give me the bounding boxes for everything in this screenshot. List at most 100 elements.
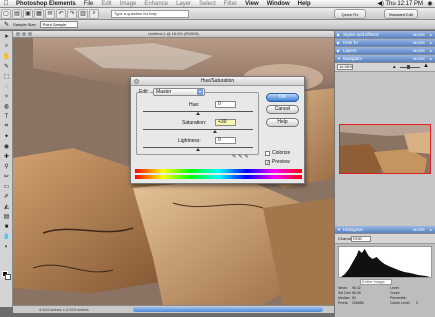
close-icon[interactable]: ▸ <box>430 226 432 233</box>
menu-edit[interactable]: Edit <box>97 1 115 7</box>
photo-browser-icon[interactable]: ▥ <box>78 8 88 19</box>
type-tool-icon[interactable]: T <box>1 112 12 121</box>
histogram-source-select[interactable]: Entire Image <box>360 279 392 285</box>
shape-tool-icon[interactable]: ■ <box>1 222 12 231</box>
zoom-window-icon[interactable] <box>28 32 32 36</box>
menu-select[interactable]: Select <box>195 1 220 7</box>
spotlight-icon[interactable]: ◉ <box>425 0 435 7</box>
navigator-view[interactable] <box>335 72 435 226</box>
cancel-button[interactable]: Cancel <box>266 105 299 114</box>
menu-file[interactable]: File <box>80 1 98 7</box>
close-icon[interactable]: ▸ <box>430 31 432 38</box>
move-tool-icon[interactable]: ➤ <box>1 32 12 41</box>
hand-tool-icon[interactable]: ✋ <box>1 52 12 61</box>
zoom-tool-icon[interactable]: ⌕ <box>1 42 12 51</box>
menu-help[interactable]: Help <box>294 1 315 7</box>
background-color-swatch[interactable] <box>5 274 11 280</box>
eyedropper-icon[interactable]: ✎ <box>1 62 12 71</box>
navigator-zoom-slider[interactable] <box>400 67 420 68</box>
navigator-zoom-field[interactable]: 16.56% <box>337 64 353 70</box>
ok-button[interactable]: OK <box>266 93 299 102</box>
document-titlebar[interactable]: Untitled-1 @ 16.5% (RGB/8) <box>13 31 334 38</box>
zoom-in-icon[interactable]: ▲ <box>423 63 429 69</box>
menu-window[interactable]: Window <box>263 1 294 7</box>
saturation-slider-thumb[interactable] <box>213 130 217 133</box>
panel-layers[interactable]: ▶ Layers MORE ▸ <box>335 47 435 55</box>
marquee-tool-icon[interactable]: ⬚ <box>1 72 12 81</box>
saturation-field[interactable]: +30 <box>215 119 236 126</box>
panel-more-button[interactable]: MORE <box>413 55 425 62</box>
dialog-titlebar[interactable]: Hue/Saturation <box>131 77 304 86</box>
email-icon[interactable]: ✉ <box>45 8 55 19</box>
eyedropper-minus-icon[interactable]: ✎ <box>244 154 248 160</box>
selection-brush-icon[interactable]: ◍ <box>1 102 12 111</box>
saturation-slider[interactable] <box>143 129 253 130</box>
panel-more-button[interactable]: MORE <box>413 39 425 46</box>
panel-more-button[interactable]: MORE <box>413 226 425 233</box>
help-button[interactable]: Help <box>266 118 299 127</box>
navigator-view-frame[interactable] <box>339 124 431 174</box>
panel-navigator[interactable]: ▼ Navigator MORE ▸ <box>335 55 435 63</box>
blur-tool-icon[interactable]: 💧 <box>1 232 12 241</box>
sponge-tool-icon[interactable]: ◐ <box>1 242 12 251</box>
horizontal-scrollbar[interactable] <box>133 307 323 312</box>
lightness-field[interactable]: 0 <box>215 137 236 144</box>
menu-filter[interactable]: Filter <box>220 1 241 7</box>
search-icon[interactable]: ⌕ <box>89 8 99 19</box>
dialog-close-icon[interactable] <box>134 79 139 84</box>
pencil-icon[interactable]: ✏ <box>1 172 12 181</box>
menu-view[interactable]: View <box>241 1 263 7</box>
eyedropper-icon[interactable]: ✎ <box>232 154 236 160</box>
cookie-cutter-icon[interactable]: ✦ <box>1 132 12 141</box>
save-icon[interactable]: ▣ <box>23 8 33 19</box>
open-file-icon[interactable]: ▤ <box>12 8 22 19</box>
redo-icon[interactable]: ↷ <box>67 8 77 19</box>
edit-select[interactable]: Master ▾ <box>153 88 205 96</box>
eyedropper-plus-icon[interactable]: ✎ <box>238 154 242 160</box>
menu-enhance[interactable]: Enhance <box>140 1 172 7</box>
brush-icon[interactable]: ✐ <box>1 192 12 201</box>
sample-size-select[interactable]: Point Sample <box>39 21 78 28</box>
undo-icon[interactable]: ↶ <box>56 8 66 19</box>
preview-checkbox[interactable]: ✓ Preview <box>265 159 290 165</box>
standard-edit-button[interactable]: Standard Edit <box>384 9 418 19</box>
speaker-icon[interactable]: ◀) <box>377 0 385 7</box>
preview-checkbox-box[interactable]: ✓ <box>265 159 270 165</box>
colorize-checkbox[interactable]: Colorize <box>265 150 290 156</box>
menu-image[interactable]: Image <box>116 1 141 7</box>
close-icon[interactable]: ▸ <box>430 55 432 62</box>
help-search-input[interactable]: Type a question for help <box>111 9 189 18</box>
crop-tool-icon[interactable]: ⌗ <box>1 122 12 131</box>
panel-styles-effects[interactable]: ▶ Styles and Effects MORE ▸ <box>335 31 435 39</box>
paint-bucket-icon[interactable]: ◭ <box>1 202 12 211</box>
panel-how-to[interactable]: ▶ How To MORE ▸ <box>335 39 435 47</box>
menu-clock[interactable]: Thu 12:17 PM <box>385 1 425 7</box>
quick-fix-button[interactable]: Quick Fix <box>334 9 366 19</box>
magic-wand-icon[interactable]: ✧ <box>1 92 12 101</box>
healing-brush-icon[interactable]: ✚ <box>1 152 12 161</box>
panel-more-button[interactable]: MORE <box>413 31 425 38</box>
panel-more-button[interactable]: MORE <box>413 47 425 54</box>
lightness-slider-thumb[interactable] <box>196 148 200 151</box>
close-icon[interactable]: ▸ <box>430 39 432 46</box>
hue-field[interactable]: 0 <box>215 101 236 108</box>
new-file-icon[interactable]: ▢ <box>1 8 11 19</box>
panel-histogram[interactable]: ▼ Histogram MORE ▸ <box>335 226 435 234</box>
clone-stamp-icon[interactable]: ⚲ <box>1 162 12 171</box>
zoom-out-icon[interactable]: ▴ <box>393 64 396 70</box>
close-icon[interactable]: ▸ <box>430 47 432 54</box>
lasso-tool-icon[interactable]: ◌ <box>1 82 12 91</box>
eraser-icon[interactable]: ▭ <box>1 182 12 191</box>
channel-select[interactable]: RGB <box>351 236 371 242</box>
navigator-zoom-knob[interactable] <box>407 65 410 69</box>
red-eye-icon[interactable]: ◉ <box>1 142 12 151</box>
close-window-icon[interactable] <box>16 32 20 36</box>
colorize-checkbox-box[interactable] <box>265 150 270 156</box>
hue-slider-thumb[interactable] <box>196 112 200 115</box>
menu-app[interactable]: Photoshop Elements <box>12 1 80 7</box>
menu-layer[interactable]: Layer <box>172 1 195 7</box>
print-icon[interactable]: ▦ <box>34 8 44 19</box>
gradient-icon[interactable]: ▤ <box>1 212 12 221</box>
apple-menu-icon[interactable]:  <box>0 0 12 7</box>
minimize-window-icon[interactable] <box>22 32 26 36</box>
